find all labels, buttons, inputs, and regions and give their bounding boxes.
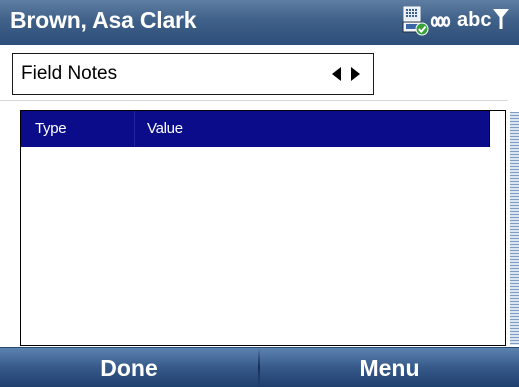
list-body[interactable] [21, 147, 505, 345]
signal-antenna-icon [491, 7, 511, 36]
column-header-value[interactable]: Value [135, 111, 489, 147]
category-selector[interactable]: Field Notes [12, 53, 374, 95]
header-scroll-gutter [489, 111, 505, 147]
t9-input-icon [430, 16, 451, 27]
field-notes-list[interactable]: Type Value [20, 110, 506, 346]
list-header: Type Value [21, 111, 489, 147]
status-area[interactable]: abc [402, 6, 516, 36]
softkey-bar: Done Menu [0, 347, 519, 387]
divider [0, 100, 508, 101]
done-softkey[interactable]: Done [0, 348, 258, 387]
input-mode-label: abc [457, 9, 492, 31]
title-bar: Brown, Asa Clark abc [0, 0, 519, 45]
category-selector-value: Field Notes [21, 63, 118, 84]
input-mode-indicator: abc [430, 9, 491, 32]
menu-softkey[interactable]: Menu [260, 348, 519, 387]
screen: Brown, Asa Clark abc Field Notes Type Va… [0, 0, 519, 387]
column-header-type[interactable]: Type [21, 111, 134, 147]
page-title: Brown, Asa Clark [10, 7, 197, 33]
right-arrow-icon[interactable] [350, 66, 362, 87]
edge-strip [510, 112, 519, 345]
network-connected-icon [402, 6, 430, 41]
left-arrow-icon[interactable] [330, 66, 342, 87]
